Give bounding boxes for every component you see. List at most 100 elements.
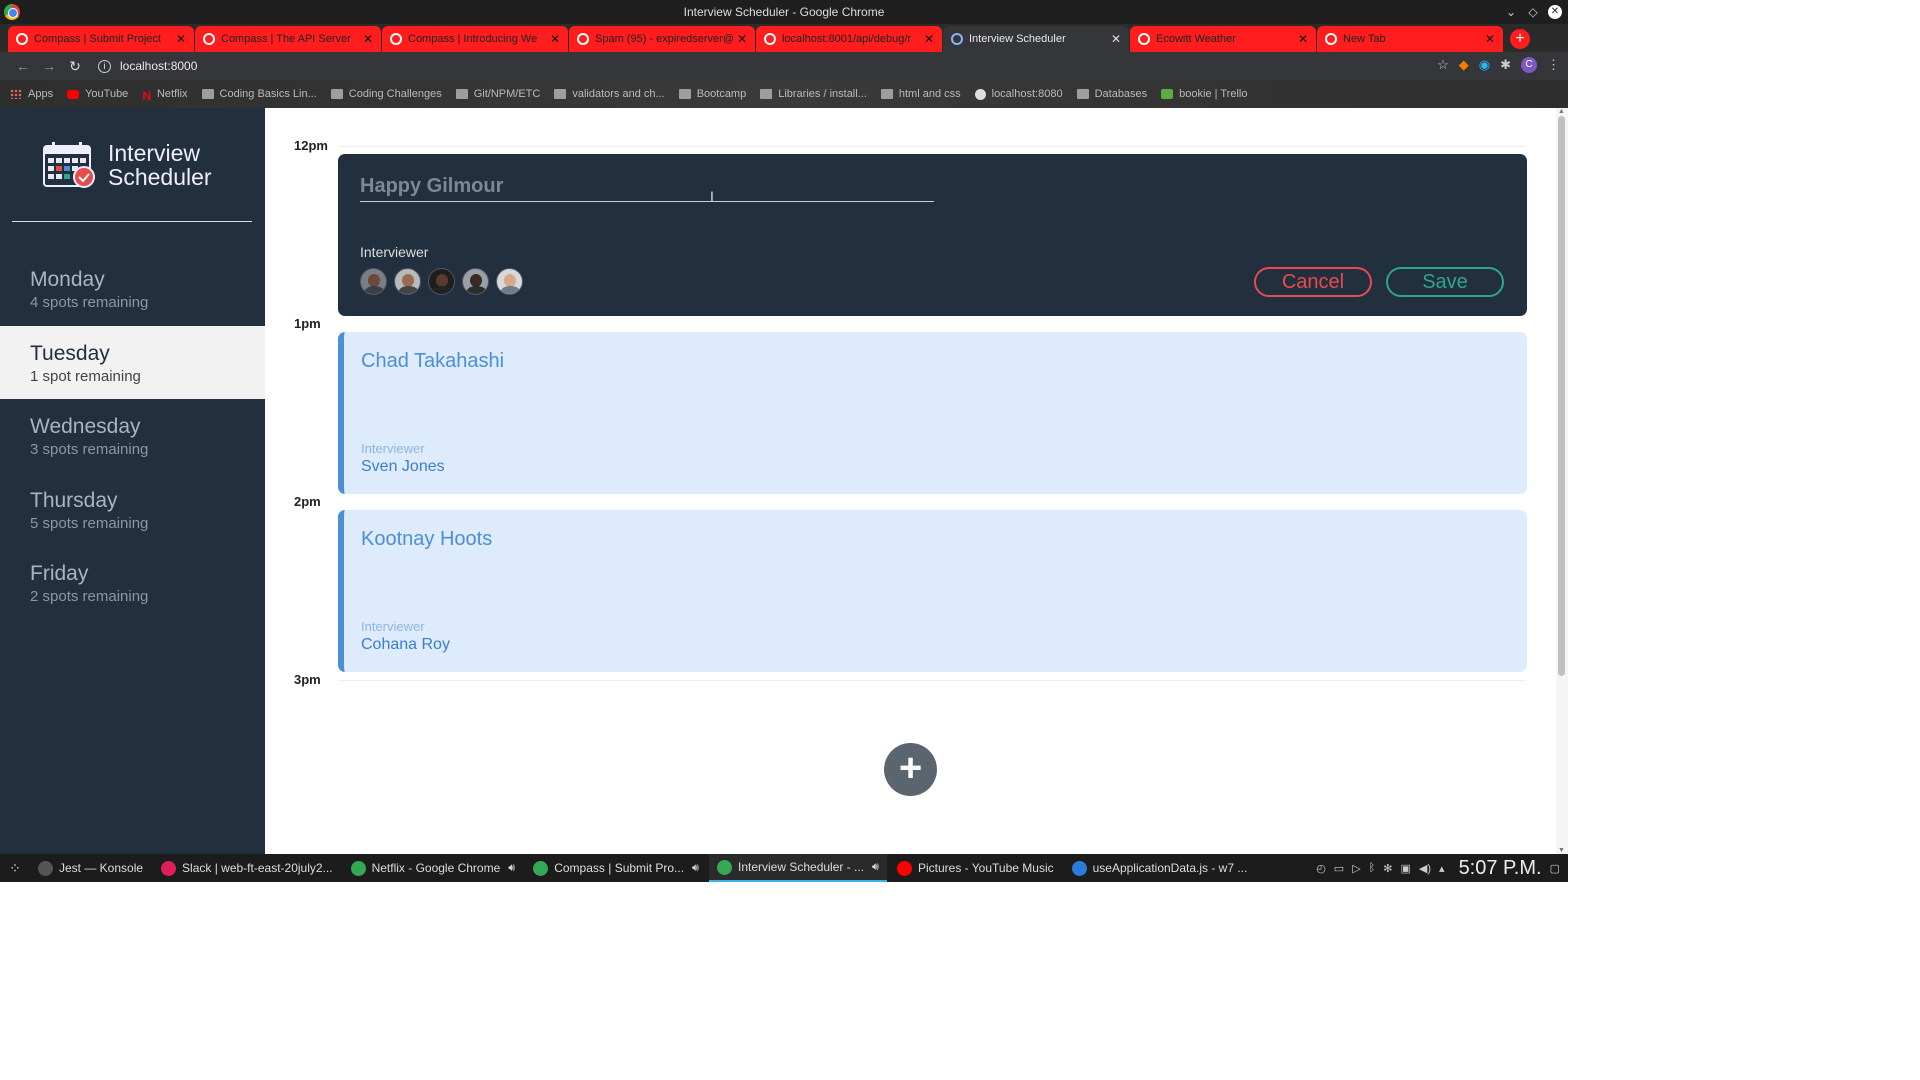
tray-expand-icon[interactable]: ▴ [1439, 862, 1445, 875]
maximize-icon[interactable]: ◇ [1526, 0, 1540, 24]
new-tab-button[interactable]: + [1510, 29, 1530, 49]
scroll-down-icon[interactable]: ▼ [1558, 847, 1565, 854]
extension-refresh-icon[interactable]: ◉ [1479, 57, 1490, 73]
day-item-thursday[interactable]: Thursday 5 spots remaining [0, 473, 265, 546]
back-icon[interactable]: ← [10, 58, 36, 74]
browser-tab[interactable]: Compass | Introducing We ✕ [382, 26, 568, 52]
bookmark-item[interactable]: bookie | Trello [1161, 88, 1247, 100]
taskbar-item-label: Compass | Submit Pro... [554, 861, 685, 875]
tab-close-icon[interactable]: ✕ [1298, 32, 1308, 46]
taskbar-app-icon [896, 860, 912, 876]
bookmark-label: Coding Challenges [348, 88, 442, 100]
tab-close-icon[interactable]: ✕ [550, 32, 560, 46]
site-info-icon[interactable]: i [98, 59, 111, 73]
extensions-puzzle-icon[interactable]: ✱ [1500, 57, 1511, 73]
taskbar-item-label: Interview Scheduler - ... [737, 860, 865, 874]
tab-close-icon[interactable]: ✕ [924, 32, 934, 46]
bookmark-label: Bootcamp [696, 88, 747, 100]
interviewer-avatar[interactable] [428, 268, 455, 295]
browser-tab[interactable]: Interview Scheduler ✕ [943, 26, 1129, 52]
taskbar-item-label: Jest — Konsole [59, 861, 144, 875]
tab-favicon-icon [203, 33, 215, 45]
globe-icon [974, 88, 986, 100]
bookmark-item[interactable]: N Netflix [142, 88, 187, 103]
reload-icon[interactable]: ↻ [62, 58, 88, 75]
brand-logo: Interview Scheduler [42, 140, 212, 190]
browser-tab[interactable]: Compass | The API Server ✕ [195, 26, 381, 52]
speaker-icon[interactable]: 🔊︎ [872, 861, 879, 874]
show-desktop-icon[interactable]: ▢ [1550, 862, 1560, 875]
interviewer-avatar[interactable] [394, 268, 421, 295]
bookmark-item[interactable]: validators and ch... [554, 88, 665, 100]
bookmark-item[interactable]: Libraries / install... [760, 88, 867, 100]
scrollbar-thumb[interactable] [1558, 116, 1565, 676]
tab-close-icon[interactable]: ✕ [1111, 32, 1121, 46]
bookmark-item[interactable]: html and css [880, 88, 961, 100]
bookmark-star-icon[interactable]: ☆ [1437, 57, 1449, 73]
taskbar-item[interactable]: Slack | web-ft-east-20july2... [153, 854, 341, 882]
student-name-input[interactable] [360, 172, 934, 202]
speaker-icon[interactable]: 🔊︎ [508, 862, 515, 875]
tray-bluetooth-icon[interactable]: ᛒ [1369, 862, 1376, 874]
address-bar[interactable]: i localhost:8000 [98, 59, 197, 73]
bookmark-item[interactable]: Databases [1076, 88, 1148, 100]
day-item-wednesday[interactable]: Wednesday 3 spots remaining [0, 399, 265, 472]
bookmark-item[interactable]: Coding Basics Lin... [201, 88, 317, 100]
taskbar-item[interactable]: Compass | Submit Pro... 🔊︎ [525, 854, 707, 882]
bookmark-item[interactable]: Git/NPM/ETC [455, 88, 540, 100]
sidebar-divider [12, 221, 252, 222]
app-launcher-icon[interactable]: ⁘ [0, 860, 30, 877]
extension-icon[interactable]: ◆ [1459, 57, 1469, 73]
save-button[interactable]: Save [1386, 267, 1504, 297]
tab-close-icon[interactable]: ✕ [1485, 32, 1495, 46]
tray-volume-icon[interactable]: ◀) [1419, 862, 1431, 875]
interviewer-avatar[interactable] [462, 268, 489, 295]
interviewer-avatar[interactable] [496, 268, 523, 295]
tray-network-icon[interactable]: ✻ [1383, 862, 1392, 875]
profile-avatar[interactable]: C [1521, 57, 1537, 73]
browser-tab[interactable]: Spam (95) - expiredserver@ ✕ [569, 26, 755, 52]
scroll-up-icon[interactable]: ▲ [1558, 108, 1565, 115]
bookmark-item[interactable]: YouTube [67, 88, 128, 100]
bookmark-item[interactable]: Apps [10, 88, 53, 100]
appointment-card[interactable]: Chad Takahashi Interviewer Sven Jones [338, 332, 1527, 494]
taskbar-clock[interactable]: 5:07 P.M. [1459, 857, 1542, 880]
bookmark-label: Databases [1094, 88, 1148, 100]
tab-close-icon[interactable]: ✕ [176, 32, 186, 46]
taskbar-item[interactable]: Interview Scheduler - ... 🔊︎ [708, 854, 887, 882]
tab-title: Interview Scheduler [969, 33, 1066, 45]
browser-tab[interactable]: Compass | Submit Project ✕ [8, 26, 194, 52]
tab-close-icon[interactable]: ✕ [737, 32, 747, 46]
bookmark-item[interactable]: Bootcamp [678, 88, 747, 100]
day-item-monday[interactable]: Monday 4 spots remaining [0, 252, 265, 325]
menu-kebab-icon[interactable]: ⋮ [1547, 57, 1560, 73]
taskbar-item[interactable]: useApplicationData.js - w7 ... [1064, 854, 1256, 882]
forward-icon[interactable]: → [36, 58, 62, 74]
browser-tab[interactable]: Ecowitt Weather ✕ [1130, 26, 1316, 52]
tray-media-icon[interactable]: ▷ [1352, 862, 1360, 875]
tray-display-icon[interactable]: ▭ [1334, 862, 1344, 875]
day-name: Monday [30, 268, 105, 291]
tab-close-icon[interactable]: ✕ [363, 32, 373, 46]
day-item-friday[interactable]: Friday 2 spots remaining [0, 546, 265, 619]
bookmark-item[interactable]: localhost:8080 [974, 88, 1063, 100]
page-scrollbar[interactable]: ▲ ▼ [1556, 108, 1568, 854]
browser-tab[interactable]: localhost:8001/api/debug/r ✕ [756, 26, 942, 52]
appointment-card[interactable]: Kootnay Hoots Interviewer Cohana Roy [338, 510, 1527, 672]
tray-clipboard-icon[interactable]: ▣ [1401, 862, 1411, 875]
close-window-icon[interactable]: ✕ [1548, 5, 1562, 19]
taskbar-item[interactable]: Jest — Konsole [30, 854, 151, 882]
day-item-tuesday[interactable]: Tuesday 1 spot remaining [0, 325, 265, 399]
tray-status-icon[interactable]: ◴ [1316, 862, 1326, 875]
taskbar-item[interactable]: Netflix - Google Chrome 🔊︎ [343, 854, 524, 882]
cancel-button[interactable]: Cancel [1254, 267, 1372, 297]
minimize-icon[interactable]: ⌄ [1504, 0, 1518, 24]
os-taskbar: ⁘ Jest — Konsole Slack | web-ft-east-20ju… [0, 854, 1568, 882]
add-appointment-button[interactable]: + [884, 743, 937, 796]
browser-tab[interactable]: New Tab ✕ [1317, 26, 1503, 52]
taskbar-item[interactable]: Pictures - YouTube Music [889, 854, 1062, 882]
interviewer-name: Cohana Roy [361, 636, 450, 653]
bookmark-item[interactable]: Coding Challenges [330, 88, 442, 100]
speaker-icon[interactable]: 🔊︎ [692, 862, 699, 875]
interviewer-avatar[interactable] [360, 268, 387, 295]
